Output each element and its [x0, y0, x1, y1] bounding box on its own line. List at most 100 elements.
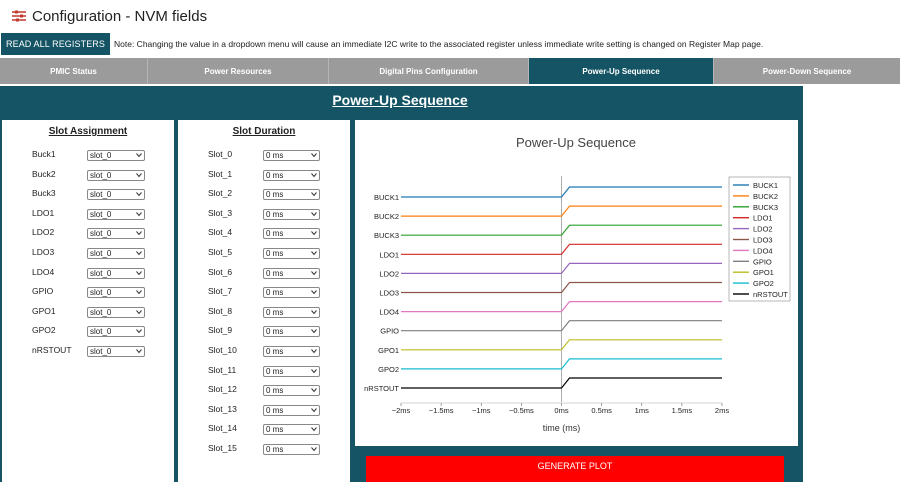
tab-power-down-sequence[interactable]: Power-Down Sequence	[714, 58, 900, 84]
chevron-down-icon	[136, 270, 142, 275]
select-value: slot_0	[90, 229, 112, 239]
slot-assignment-label: Buck3	[32, 188, 56, 199]
chevron-down-icon	[311, 427, 317, 432]
slot-duration-select[interactable]: 0 ms	[263, 228, 320, 240]
tab-label: Power-Up Sequence	[582, 66, 660, 76]
select-value: 0 ms	[266, 445, 284, 454]
slot-duration-label: Slot_13	[208, 403, 237, 414]
select-value: 0 ms	[266, 288, 284, 298]
select-value: slot_0	[90, 288, 112, 298]
slot-duration-select[interactable]: 0 ms	[263, 306, 320, 318]
slot-assignment-select[interactable]: slot_0	[87, 208, 145, 220]
legend-entry: BUCK1	[753, 181, 778, 190]
y-tick-label: nRSTOUT	[364, 384, 399, 393]
chart-title: Power-Up Sequence	[516, 135, 636, 150]
slot-duration-select[interactable]: 0 ms	[263, 365, 320, 377]
slot-assignment-label: Buck1	[32, 149, 56, 159]
select-value: slot_0	[90, 268, 112, 278]
slot-assignment-label: GPO2	[32, 325, 56, 336]
slot-assignment-card: Slot Assignment Buck1 slot_0 Buck2 slot_0 Bu…	[2, 120, 174, 482]
slot-assignment-select[interactable]: slot_0	[87, 150, 145, 161]
slot-assignment-label: nRSTOUT	[32, 345, 72, 355]
legend-entry: GPIO	[753, 257, 772, 266]
power-up-chart: Power-Up Sequence BUCK1 BUCK2 BUCK3 LDO1 LDO2…	[364, 135, 791, 433]
sliders-icon	[12, 10, 26, 22]
select-value: 0 ms	[266, 229, 284, 239]
tab-power-up-sequence[interactable]: Power-Up Sequence	[529, 58, 714, 84]
x-tick-label: 0.5ms	[591, 406, 612, 415]
chevron-down-icon	[311, 172, 317, 177]
slot-duration-label: Slot_1	[208, 168, 233, 179]
tab-pmic-status[interactable]: PMIC Status	[0, 58, 148, 84]
slot-assignment-select[interactable]: slot_0	[87, 326, 145, 338]
select-value: 0 ms	[266, 151, 284, 160]
select-value: 0 ms	[266, 209, 284, 219]
slot-assignment-select[interactable]: slot_0	[87, 346, 145, 357]
x-tick-label: −2ms	[392, 406, 411, 415]
x-tick-label: −1ms	[472, 406, 491, 415]
chevron-down-icon	[136, 251, 142, 256]
y-tick-label: BUCK1	[374, 193, 399, 202]
app-root: Configuration - NVM fields READ ALL REGI…	[0, 0, 900, 482]
select-value: slot_0	[90, 151, 112, 160]
note-row: READ ALL REGISTERS Note: Changing the va…	[0, 32, 900, 56]
slot-duration-select[interactable]: 0 ms	[263, 444, 320, 455]
slot-duration-label: Slot_11	[208, 364, 237, 375]
x-tick-label: 1.5ms	[672, 406, 693, 415]
y-tick-label: GPO2	[378, 365, 399, 374]
slot-duration-label: Slot_9	[208, 325, 233, 336]
slot-assignment-select[interactable]: slot_0	[87, 228, 145, 240]
select-value: 0 ms	[266, 307, 284, 317]
y-tick-label: LDO4	[379, 308, 399, 317]
x-tick-label: 2ms	[715, 406, 729, 415]
slot-duration-select[interactable]: 0 ms	[263, 169, 320, 181]
slot-duration-select[interactable]: 0 ms	[263, 404, 320, 416]
x-tick-label: −0.5ms	[509, 406, 534, 415]
tab-power-resources[interactable]: Power Resources	[148, 58, 329, 84]
slot-duration-select[interactable]: 0 ms	[263, 150, 320, 161]
chevron-down-icon	[311, 388, 317, 393]
chevron-down-icon	[136, 290, 142, 295]
select-value: 0 ms	[266, 190, 284, 200]
slot-assignment-select[interactable]: slot_0	[87, 248, 145, 259]
read-all-registers-button[interactable]: READ ALL REGISTERS	[1, 33, 110, 55]
slot-duration-select[interactable]: 0 ms	[263, 424, 320, 436]
slot-duration-select[interactable]: 0 ms	[263, 326, 320, 338]
slot-duration-select[interactable]: 0 ms	[263, 287, 320, 299]
slot-duration-label: Slot_10	[208, 345, 237, 355]
slot-assignment-select[interactable]: slot_0	[87, 169, 145, 181]
slot-assignment-label: GPO1	[32, 305, 56, 316]
panel-title: Power-Up Sequence	[332, 92, 468, 108]
slot-duration-label: Slot_0	[208, 149, 233, 159]
slot-duration-select[interactable]: 0 ms	[263, 385, 320, 397]
chevron-down-icon	[311, 251, 317, 256]
chevron-down-icon	[136, 329, 142, 334]
tab-digital-pins-configuration[interactable]: Digital Pins Configuration	[329, 58, 529, 84]
chevron-down-icon	[311, 309, 317, 315]
legend-entry: GPO1	[753, 268, 774, 277]
slot-assignment-select[interactable]: slot_0	[87, 189, 145, 201]
slot-assignment-label: LDO1	[32, 207, 55, 218]
chevron-down-icon	[136, 349, 142, 354]
select-value: 0 ms	[266, 425, 284, 435]
slot-duration-select[interactable]: 0 ms	[263, 267, 320, 279]
select-value: slot_0	[90, 307, 112, 317]
x-tick-label: 0ms	[554, 406, 568, 415]
tab-bar: PMIC Status Power Resources Digital Pins…	[0, 58, 900, 84]
slot-assignment-select[interactable]: slot_0	[87, 306, 145, 318]
slot-duration-select[interactable]: 0 ms	[263, 208, 320, 220]
chevron-down-icon	[311, 349, 317, 354]
slot-duration-select[interactable]: 0 ms	[263, 189, 320, 201]
x-axis-label: time (ms)	[543, 423, 581, 433]
slot-assignment-select[interactable]: slot_0	[87, 287, 145, 299]
generate-plot-button[interactable]: GENERATE PLOT	[366, 456, 784, 482]
chevron-down-icon	[311, 231, 317, 236]
slot-duration-select[interactable]: 0 ms	[263, 248, 320, 259]
chevron-down-icon	[136, 172, 142, 177]
slot-assignment-label: LDO3	[32, 247, 55, 257]
tab-label: Power Resources	[204, 66, 272, 76]
slot-duration-label: Slot_2	[208, 188, 233, 199]
slot-assignment-select[interactable]: slot_0	[87, 267, 145, 279]
chevron-down-icon	[311, 270, 317, 275]
slot-duration-select[interactable]: 0 ms	[263, 346, 320, 357]
